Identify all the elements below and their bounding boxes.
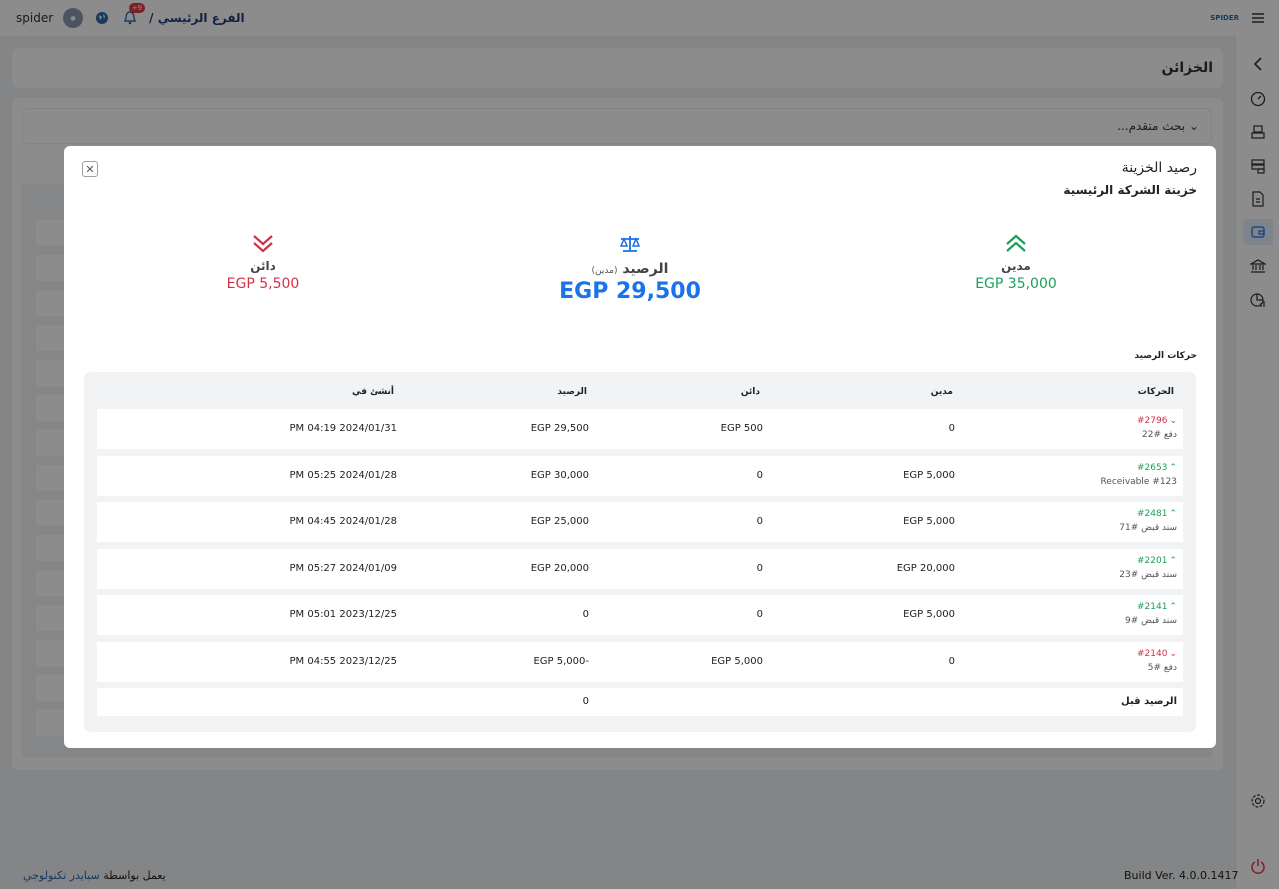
table-row: #2141 ⌃ سند قبض #9 EGP 5,000 0 0 PM 05:01… [97, 595, 1183, 635]
debit-cell: EGP 5,000 [903, 609, 955, 620]
double-chevron-up-icon [906, 232, 1126, 256]
date-cell: PM 05:25 2024/01/28 [289, 470, 397, 481]
debit-value: EGP 35,000 [975, 276, 1057, 292]
table-row: #2481 ⌃ سند قبض #71 EGP 5,000 0 EGP 25,00… [97, 502, 1183, 542]
previous-balance-label: الرصيد قبل [1121, 696, 1177, 707]
balance-cell: EGP 5,000- [533, 656, 589, 667]
credit-value: EGP 5,500 [226, 276, 300, 292]
movement-ref: #2201 ⌃ سند قبض #23 [1119, 556, 1177, 580]
column-header-debit: مدين [930, 387, 953, 397]
modal-subtitle: خزينة الشركة الرئيسية [1063, 183, 1197, 197]
column-header-credit: دائن [740, 387, 760, 397]
movement-ref-link[interactable]: #2140 [1137, 649, 1167, 659]
date-cell: PM 05:01 2023/12/25 [289, 609, 397, 620]
close-button[interactable]: ✕ [82, 161, 98, 177]
date-cell: PM 04:19 2024/01/31 [289, 423, 397, 434]
credit-cell: 0 [756, 470, 763, 481]
table-row: #2796 ⌄ دفع #22 0 EGP 500 EGP 29,500 PM 0… [97, 409, 1183, 449]
column-header-movements: الحركات [1137, 387, 1174, 397]
balance-cell: EGP 25,000 [530, 516, 589, 527]
credit-label: دائن [250, 259, 276, 273]
credit-cell: 0 [756, 563, 763, 574]
movement-ref-link[interactable]: #2796 [1137, 416, 1167, 426]
table-row: #2653 ⌃ Receivable #123 EGP 5,000 0 EGP 3… [97, 456, 1183, 496]
balance-cell: EGP 29,500 [530, 423, 589, 434]
debit-cell: EGP 5,000 [903, 516, 955, 527]
chevron-up-icon: ⌃ [1169, 602, 1177, 612]
balance-label: الرصيد (مدين) [591, 261, 669, 277]
movement-description: دفع #5 [1147, 663, 1177, 673]
debit-cell: EGP 5,000 [903, 470, 955, 481]
credit-cell: 0 [756, 609, 763, 620]
balance-value: EGP 29,500 [559, 279, 701, 304]
movement-ref-link[interactable]: #2653 [1137, 463, 1167, 473]
movement-ref: #2481 ⌃ سند قبض #71 [1119, 509, 1177, 533]
close-icon: ✕ [85, 162, 95, 176]
movement-ref-link[interactable]: #2201 [1137, 556, 1167, 566]
previous-balance-value: 0 [582, 696, 589, 707]
movement-ref: #2141 ⌃ سند قبض #9 [1125, 602, 1177, 626]
movements-table: الحركات مدين دائن الرصيد أنشئ في #2796 ⌄ … [84, 372, 1196, 732]
column-header-balance: الرصيد [557, 387, 587, 397]
credit-cell: 0 [756, 516, 763, 527]
date-cell: PM 04:45 2024/01/28 [289, 516, 397, 527]
movement-description: سند قبض #9 [1124, 616, 1177, 626]
movement-ref: #2140 ⌄ دفع #5 [1137, 649, 1177, 673]
movement-description: سند قبض #71 [1119, 523, 1177, 533]
credit-cell: EGP 5,000 [711, 656, 763, 667]
table-row: #2201 ⌃ سند قبض #23 EGP 20,000 0 EGP 20,0… [97, 549, 1183, 589]
modal-title: رصيد الخزينة [1121, 160, 1197, 176]
treasury-balance-modal: ✕ رصيد الخزينة خزينة الشركة الرئيسية دائ… [64, 146, 1216, 748]
debit-cell: 0 [948, 423, 955, 434]
date-cell: PM 04:55 2023/12/25 [289, 656, 397, 667]
chevron-down-icon: ⌄ [1169, 416, 1177, 426]
chevron-up-icon: ⌃ [1169, 556, 1177, 566]
scale-icon [520, 232, 740, 256]
movement-description: Receivable #123 [1100, 477, 1177, 487]
credit-summary: دائن EGP 5,500 [153, 232, 373, 292]
balance-note: (مدين) [591, 266, 618, 276]
debit-cell: EGP 20,000 [896, 563, 955, 574]
balance-cell: EGP 20,000 [530, 563, 589, 574]
date-cell: PM 05:27 2024/01/09 [289, 563, 397, 574]
movements-title: حركات الرصيد [1134, 351, 1197, 361]
movement-ref-link[interactable]: #2481 [1137, 509, 1167, 519]
debit-summary: مدين EGP 35,000 [906, 232, 1126, 292]
credit-cell: EGP 500 [720, 423, 763, 434]
chevron-up-icon: ⌃ [1169, 509, 1177, 519]
table-row: #2140 ⌄ دفع #5 0 EGP 5,000 EGP 5,000- PM … [97, 642, 1183, 682]
debit-cell: 0 [948, 656, 955, 667]
movement-ref-link[interactable]: #2141 [1137, 602, 1167, 612]
balance-cell: EGP 30,000 [530, 470, 589, 481]
chevron-down-icon: ⌄ [1169, 649, 1177, 659]
debit-label: مدين [1001, 259, 1031, 273]
movement-description: سند قبض #23 [1119, 570, 1177, 580]
movement-ref: #2796 ⌄ دفع #22 [1137, 416, 1177, 440]
column-header-created-at: أنشئ في [351, 387, 394, 397]
balance-cell: 0 [582, 609, 589, 620]
balance-summary: الرصيد (مدين) EGP 29,500 [520, 232, 740, 304]
chevron-up-icon: ⌃ [1169, 463, 1177, 473]
double-chevron-down-icon [153, 232, 373, 256]
movement-description: دفع #22 [1142, 430, 1177, 440]
previous-balance-row: الرصيد قبل 0 [97, 688, 1183, 716]
movement-ref: #2653 ⌃ Receivable #123 [1100, 463, 1177, 487]
